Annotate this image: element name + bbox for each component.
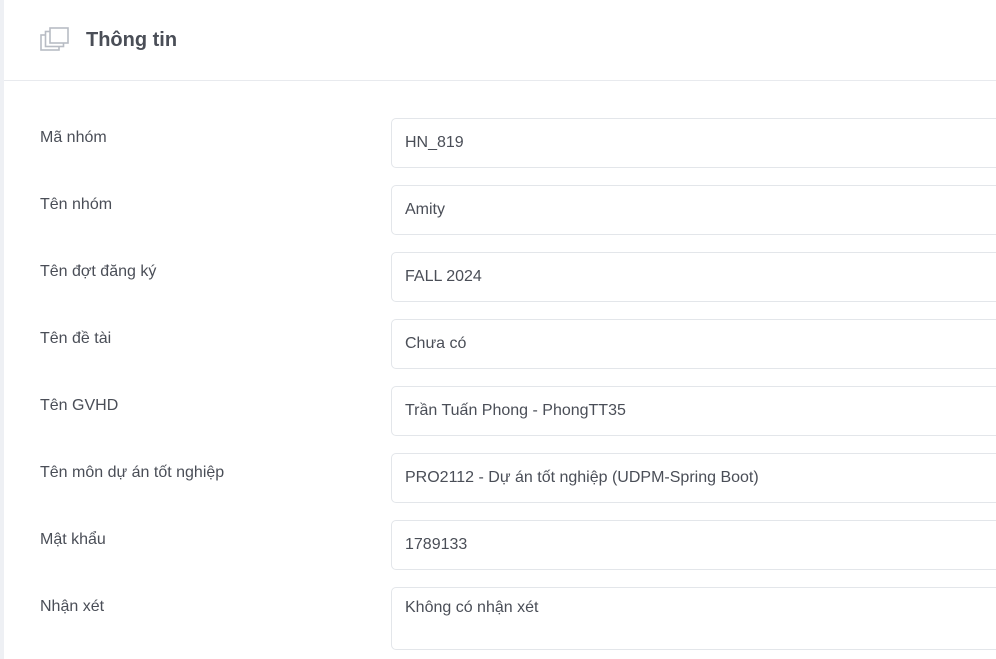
supervisor-label: Tên GVHD	[40, 397, 119, 414]
group-name-label: Tên nhóm	[40, 196, 113, 213]
registration-period-field[interactable]: FALL 2024	[391, 252, 996, 302]
group-name-field[interactable]: Amity	[391, 185, 996, 235]
comment-field[interactable]: Không có nhận xét	[391, 587, 996, 650]
topic-field[interactable]: Chưa có	[391, 319, 996, 369]
form-row-comment: Nhận xét Không có nhận xét	[0, 587, 996, 654]
form-row-supervisor: Tên GVHD Trần Tuấn Phong - PhongTT35	[0, 386, 996, 453]
supervisor-field[interactable]: Trần Tuấn Phong - PhongTT35	[391, 386, 996, 436]
info-form: Mã nhóm HN_819 Tên nhóm Amity Tên đợt đă…	[0, 118, 996, 654]
group-code-label: Mã nhóm	[40, 129, 107, 146]
page-title: Thông tin	[86, 29, 178, 51]
form-row-group-name: Tên nhóm Amity	[0, 185, 996, 252]
password-label: Mật khẩu	[40, 531, 106, 548]
registration-period-label: Tên đợt đăng ký	[40, 263, 157, 280]
form-row-topic: Tên đề tài Chưa có	[0, 319, 996, 386]
group-code-field[interactable]: HN_819	[391, 118, 996, 168]
layers-icon	[40, 27, 70, 53]
subject-label: Tên môn dự án tốt nghiệp	[40, 464, 225, 481]
form-row-subject: Tên môn dự án tốt nghiệp PRO2112 - Dự án…	[0, 453, 996, 520]
password-field[interactable]: 1789133	[391, 520, 996, 570]
page: Thông tin Mã nhóm HN_819 Tên nhóm Amity …	[0, 0, 996, 659]
comment-label: Nhận xét	[40, 598, 105, 615]
form-row-password: Mật khẩu 1789133	[0, 520, 996, 587]
form-row-registration-period: Tên đợt đăng ký FALL 2024	[0, 252, 996, 319]
form-row-group-code: Mã nhóm HN_819	[0, 118, 996, 185]
topic-label: Tên đề tài	[40, 330, 112, 347]
card-header: Thông tin	[4, 0, 996, 81]
subject-field[interactable]: PRO2112 - Dự án tốt nghiệp (UDPM-Spring …	[391, 453, 996, 503]
